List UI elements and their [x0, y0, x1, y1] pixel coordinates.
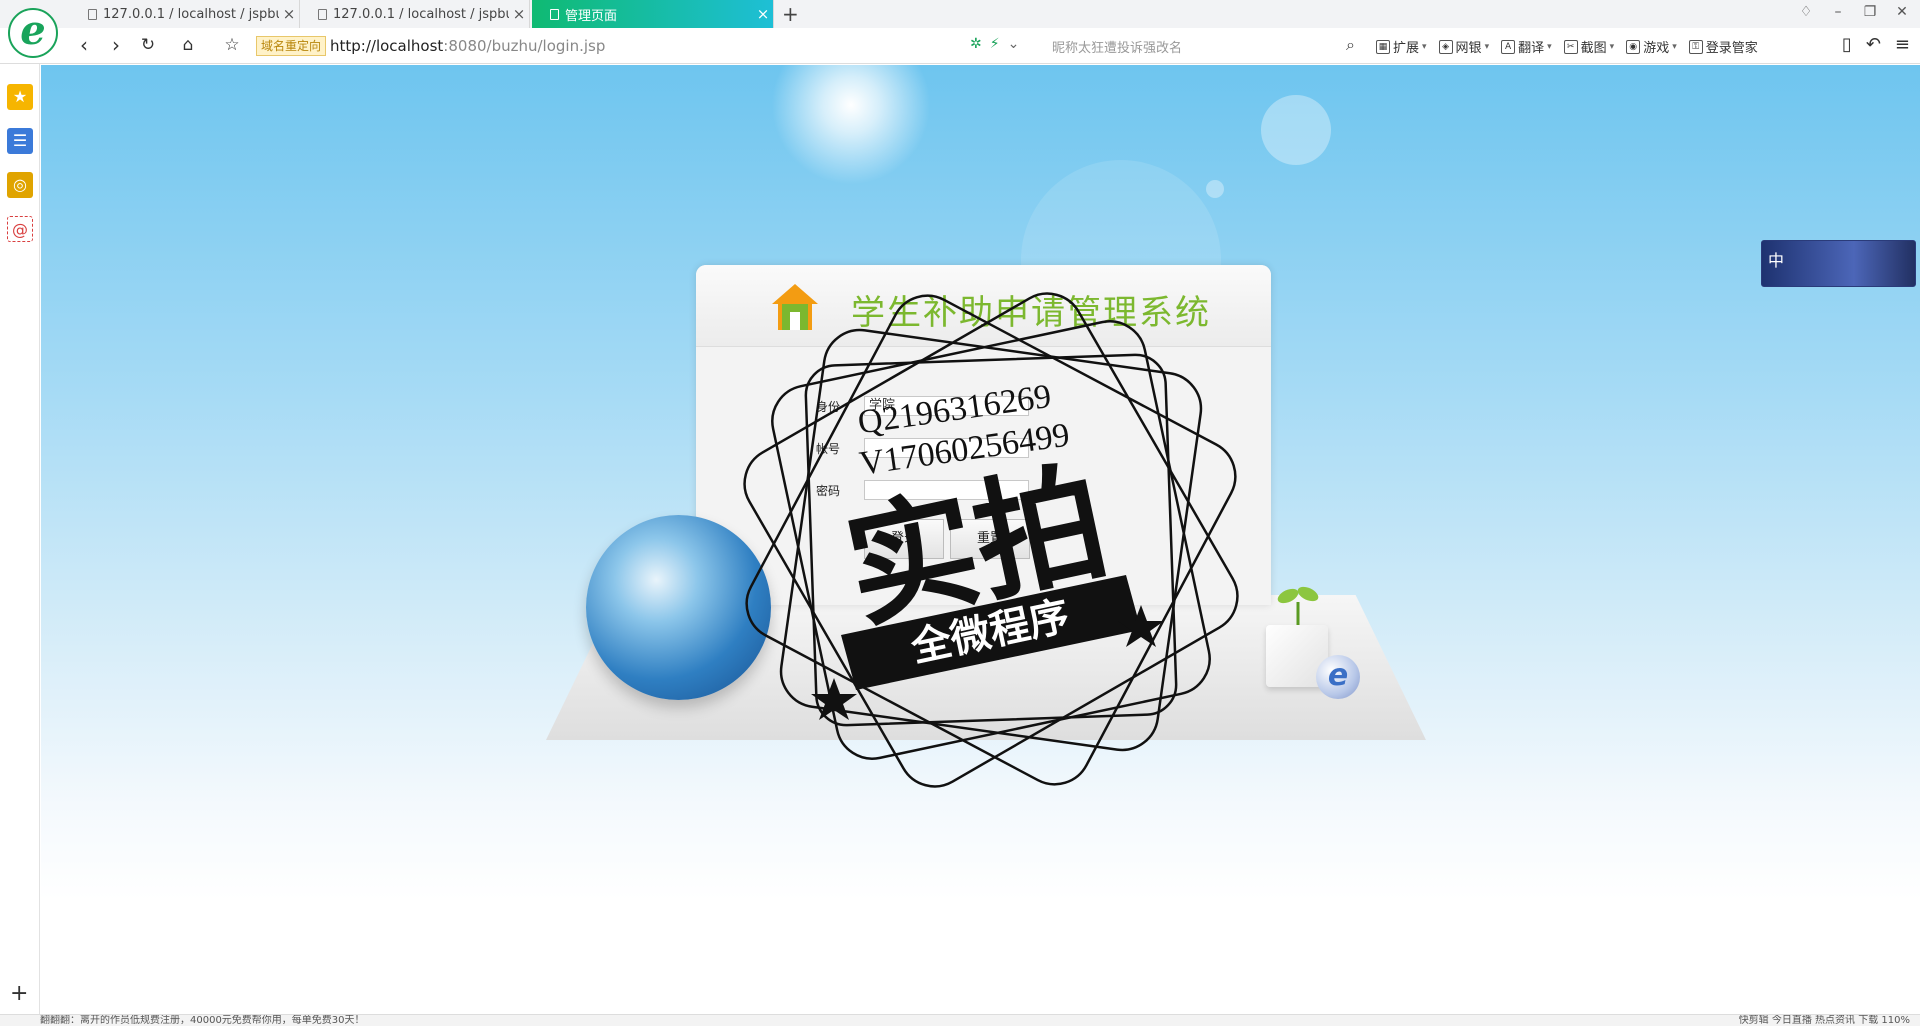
- plus-icon[interactable]: +: [10, 981, 28, 1006]
- document-icon: [550, 8, 559, 20]
- address-bar: ‹ › ↻ ⌂ ☆ 域名重定向 http://localhost:8080/bu…: [0, 28, 1920, 64]
- chevron-down-icon: ▾: [1422, 41, 1427, 52]
- window-controls: ♢ – ❐ ✕: [1796, 4, 1912, 20]
- skin-icon[interactable]: ♢: [1796, 4, 1816, 20]
- toolbar-games[interactable]: ◉ 游戏 ▾: [1626, 37, 1677, 56]
- forward-icon[interactable]: ›: [104, 34, 128, 58]
- tab-jspbuzhu-1[interactable]: 127.0.0.1 / localhost / jspbuzhu ×: [70, 0, 300, 28]
- tab-jspbuzhu-2[interactable]: 127.0.0.1 / localhost / jspbuzhu ×: [300, 0, 530, 28]
- toolbar-login-manager[interactable]: ⚿ 登录管家: [1688, 37, 1758, 56]
- browser-logo-icon[interactable]: e: [8, 8, 58, 58]
- lens-flare: [1206, 180, 1224, 198]
- chevron-down-icon: ▾: [1609, 41, 1615, 52]
- gamepad-icon: ◉: [1626, 39, 1641, 54]
- close-icon[interactable]: ×: [753, 5, 773, 23]
- redirect-badge[interactable]: 域名重定向: [256, 36, 327, 56]
- back-icon[interactable]: ‹: [72, 34, 96, 58]
- toolbar-label: 登录管家: [1705, 41, 1758, 56]
- toolbar-label: 网银: [1455, 41, 1482, 56]
- status-tools[interactable]: 快剪辑 今日直播 热点资讯 下载 110%: [1739, 1015, 1910, 1026]
- status-message[interactable]: 翻翻翻：离开的作员低规费注册，40000元免费帮你用，每单免费30天！: [40, 1015, 365, 1026]
- toolbar-label: 扩展: [1393, 41, 1420, 56]
- bookmark-star-icon[interactable]: ☆: [220, 34, 244, 58]
- tab-admin-page[interactable]: 管理页面 ×: [532, 0, 774, 28]
- close-icon[interactable]: ×: [509, 5, 529, 23]
- right-nav: ▯ ↶ ≡: [1842, 34, 1910, 55]
- tab-strip: 127.0.0.1 / localhost / jspbuzhu × 127.0…: [0, 0, 1920, 28]
- minimize-icon[interactable]: –: [1828, 4, 1848, 20]
- grid-icon: ▦: [1376, 39, 1390, 54]
- lightning-icon[interactable]: ⚡: [990, 36, 1000, 52]
- toolbar-translate[interactable]: A 翻译 ▾: [1501, 37, 1552, 56]
- close-window-icon[interactable]: ✕: [1892, 4, 1912, 20]
- url-input[interactable]: http://localhost:8080/buzhu/login.jsp: [330, 37, 605, 55]
- sun-glare: [771, 65, 931, 185]
- tab-title: 管理页面: [565, 8, 618, 24]
- ime-widget[interactable]: 中: [1761, 240, 1916, 287]
- url-host: http://localhost: [330, 37, 444, 55]
- weibo-icon[interactable]: ◎: [7, 172, 33, 198]
- toolbar-label: 截图: [1580, 41, 1607, 56]
- search-input[interactable]: 昵称太狂遭投诉强改名: [1052, 37, 1182, 56]
- document-icon: [318, 8, 327, 20]
- menu-icon[interactable]: ≡: [1895, 34, 1910, 55]
- ie-logo-icon: e: [1316, 655, 1360, 699]
- page-content: 学生补助申请管理系统 身份 学院 帐号 密码 登录 重置 e 全微程序 实拍 Q…: [41, 65, 1920, 1014]
- lens-flare: [1261, 95, 1331, 165]
- url-status-icons: ✲ ⚡ ⌄: [970, 36, 1019, 52]
- sidebar: ★ ☰ ◎ @ +: [0, 64, 40, 1014]
- scissors-icon: ✂: [1563, 39, 1578, 54]
- sprout-icon: [1277, 586, 1319, 628]
- shield-icon: ◈: [1438, 39, 1453, 54]
- plus-icon[interactable]: +: [782, 2, 799, 26]
- toolbar-screenshot[interactable]: ✂ 截图 ▾: [1563, 37, 1615, 56]
- chevron-down-icon: ▾: [1672, 41, 1677, 52]
- star-icon[interactable]: ★: [7, 84, 33, 110]
- tab-title: 127.0.0.1 / localhost / jspbuzhu: [333, 6, 509, 22]
- reload-icon[interactable]: ↻: [136, 34, 160, 58]
- chevron-down-icon: ▾: [1547, 41, 1552, 52]
- undo-icon[interactable]: ↶: [1866, 34, 1881, 55]
- document-icon: [88, 8, 97, 20]
- search-icon[interactable]: ⌕: [1346, 35, 1355, 55]
- toolbar-label: 游戏: [1643, 41, 1670, 56]
- ime-label: 中: [1768, 251, 1785, 270]
- home-icon[interactable]: ⌂: [176, 34, 200, 58]
- mail-icon[interactable]: @: [7, 216, 33, 242]
- security-icon[interactable]: ✲: [970, 36, 982, 52]
- toolbar-label: 翻译: [1518, 41, 1545, 56]
- toolbar-extensions[interactable]: ▦ 扩展 ▾: [1376, 37, 1427, 56]
- chevron-down-icon: ▾: [1484, 41, 1490, 52]
- toolbar-bank[interactable]: ◈ 网银 ▾: [1438, 37, 1490, 56]
- list-icon[interactable]: ☰: [7, 128, 33, 154]
- watermark-stamp: 全微程序 实拍 Q2196316269 V17060256499: [743, 292, 1239, 788]
- close-icon[interactable]: ×: [279, 5, 299, 23]
- url-path: :8080/buzhu/login.jsp: [443, 37, 606, 55]
- reading-icon[interactable]: ▯: [1842, 34, 1852, 55]
- status-bar: 翻翻翻：离开的作员低规费注册，40000元免费帮你用，每单免费30天！ 快剪辑 …: [0, 1014, 1920, 1026]
- key-icon: ⚿: [1688, 39, 1703, 54]
- restore-icon[interactable]: ❐: [1860, 4, 1880, 20]
- tab-title: 127.0.0.1 / localhost / jspbuzhu: [103, 6, 279, 22]
- translate-icon: A: [1501, 39, 1516, 54]
- chevron-down-icon[interactable]: ⌄: [1008, 36, 1020, 52]
- toolbar: ▦ 扩展 ▾ ◈ 网银 ▾ A 翻译 ▾ ✂ 截图 ▾ ◉ 游戏 ▾ ⚿ 登录管家: [1376, 37, 1764, 56]
